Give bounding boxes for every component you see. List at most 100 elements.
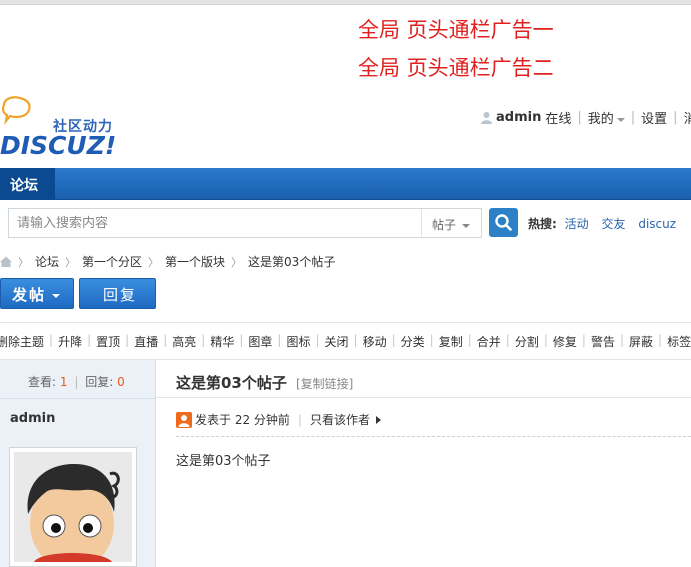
breadcrumb-item[interactable]: 第一个版块 bbox=[165, 253, 225, 270]
separator: | bbox=[505, 333, 510, 347]
home-icon[interactable] bbox=[0, 256, 12, 267]
moderator-action[interactable]: 移动 bbox=[363, 333, 387, 350]
breadcrumb: 〉 论坛 〉 第一个分区 〉 第一个版块 〉 这是第03个帖子 bbox=[0, 253, 335, 270]
hot-search: 热搜: 活动 交友 discuz bbox=[528, 215, 685, 232]
separator: | bbox=[630, 110, 636, 125]
chevron-right-icon: 〉 bbox=[148, 255, 160, 269]
separator: | bbox=[277, 333, 282, 347]
moderator-action[interactable]: 图标 bbox=[286, 333, 310, 350]
moderator-action[interactable]: 分割 bbox=[515, 333, 539, 350]
user-icon bbox=[481, 112, 492, 124]
username-link[interactable]: admin bbox=[496, 110, 541, 125]
moderator-actions: 删除主题 | 升降 | 置顶 | 直播 | 高亮 | 精华 | 图章 | 图标 | 关闭 | 移动 | 分类 | 复制 | 合并… bbox=[0, 333, 691, 350]
avatar-image bbox=[14, 452, 132, 567]
moderator-action[interactable]: 关闭 bbox=[325, 333, 349, 350]
moderator-action[interactable]: 图章 bbox=[248, 333, 272, 350]
header-ad-1[interactable]: 全局 页头通栏广告一 bbox=[358, 14, 554, 44]
avatar[interactable] bbox=[9, 447, 137, 567]
moderator-action[interactable]: 分类 bbox=[401, 333, 425, 350]
separator: | bbox=[658, 333, 663, 347]
moderator-action[interactable]: 精华 bbox=[210, 333, 234, 350]
separator: | bbox=[315, 333, 320, 347]
my-menu[interactable]: 我的 bbox=[588, 108, 625, 127]
breadcrumb-item[interactable]: 论坛 bbox=[35, 253, 59, 270]
breadcrumb-item[interactable]: 第一个分区 bbox=[82, 253, 142, 270]
divider bbox=[0, 398, 156, 399]
search-icon bbox=[495, 214, 512, 231]
nav-tab-forum[interactable]: 论坛 bbox=[0, 168, 55, 200]
separator: | bbox=[163, 333, 168, 347]
search-type-label: 帖子 bbox=[432, 218, 457, 232]
copy-link-button[interactable]: [复制链接] bbox=[296, 375, 353, 392]
moderator-action[interactable]: 直播 bbox=[134, 333, 158, 350]
separator: | bbox=[201, 333, 206, 347]
moderator-action[interactable]: 置顶 bbox=[96, 333, 120, 350]
reply-button[interactable]: 回复 bbox=[79, 278, 156, 309]
thread-title: 这是第03个帖子 bbox=[176, 374, 287, 392]
separator: | bbox=[49, 333, 54, 347]
main-nav bbox=[0, 168, 691, 200]
only-author-link[interactable]: 只看该作者 bbox=[310, 411, 370, 428]
separator: | bbox=[74, 375, 79, 389]
settings-link[interactable]: 设置 bbox=[641, 108, 667, 127]
moderator-action[interactable]: 升降 bbox=[58, 333, 82, 350]
chevron-down-icon bbox=[462, 223, 471, 228]
hot-search-label: 热搜: bbox=[528, 217, 557, 231]
separator: | bbox=[239, 333, 244, 347]
moderator-action[interactable]: 警告 bbox=[591, 333, 615, 350]
chevron-right-icon: 〉 bbox=[231, 255, 243, 269]
top-bar bbox=[0, 0, 691, 5]
online-user-icon bbox=[176, 411, 192, 428]
views-label: 查看: bbox=[28, 375, 57, 389]
chevron-down-icon bbox=[616, 117, 625, 122]
separator: | bbox=[125, 333, 130, 347]
separator: | bbox=[581, 333, 586, 347]
play-arrow-icon bbox=[375, 415, 381, 424]
chevron-right-icon: 〉 bbox=[65, 255, 77, 269]
user-bar: admin 在线 | 我的 | 设置 | 消息 bbox=[480, 108, 691, 127]
moderator-action[interactable]: 修复 bbox=[553, 333, 577, 350]
post-content: 这是第03个帖子 bbox=[176, 454, 271, 469]
moderator-action[interactable]: 合并 bbox=[477, 333, 501, 350]
separator: | bbox=[353, 333, 358, 347]
separator: | bbox=[543, 333, 548, 347]
hot-term-link[interactable]: 交友 bbox=[601, 217, 625, 231]
moderator-action[interactable]: 复制 bbox=[439, 333, 463, 350]
separator: | bbox=[429, 333, 434, 347]
separator: | bbox=[619, 333, 624, 347]
post-meta: 发表于 22 分钟前 | 只看该作者 bbox=[176, 411, 381, 428]
moderator-action[interactable]: 高亮 bbox=[172, 333, 196, 350]
header-ad-2[interactable]: 全局 页头通栏广告二 bbox=[358, 52, 554, 82]
separator: | bbox=[467, 333, 472, 347]
replies-count: 0 bbox=[117, 375, 125, 389]
new-post-button[interactable]: 发帖 bbox=[0, 278, 74, 309]
views-count: 1 bbox=[59, 375, 68, 389]
breadcrumb-current[interactable]: 这是第03个帖子 bbox=[248, 253, 335, 270]
search-input[interactable] bbox=[9, 209, 421, 237]
logo-wordmark[interactable]: DISCUZ! bbox=[0, 131, 116, 160]
separator: | bbox=[391, 333, 396, 347]
logo-bubble-icon bbox=[1, 96, 31, 125]
post-time: 发表于 22 分钟前 bbox=[195, 413, 290, 427]
moderator-action[interactable]: 删除主题 bbox=[0, 333, 44, 350]
new-post-label: 发帖 bbox=[12, 286, 47, 304]
separator: | bbox=[87, 333, 92, 347]
separator: | bbox=[577, 110, 582, 125]
thread-stats: 查看: 1 | 回复: 0 bbox=[28, 373, 125, 390]
moderator-action[interactable]: 屏蔽 bbox=[629, 333, 653, 350]
replies-label: 回复: bbox=[85, 375, 114, 389]
separator: | bbox=[297, 412, 302, 427]
chevron-down-icon bbox=[52, 293, 61, 298]
messages-link[interactable]: 消息 bbox=[684, 108, 691, 127]
post-divider bbox=[176, 436, 691, 437]
chevron-right-icon: 〉 bbox=[18, 255, 29, 269]
hot-term-link[interactable]: discuz bbox=[638, 217, 676, 231]
my-menu-label: 我的 bbox=[587, 112, 614, 127]
author-name[interactable]: admin bbox=[10, 411, 55, 426]
hot-term-link[interactable]: 活动 bbox=[565, 217, 589, 231]
search-type-select[interactable]: 帖子 bbox=[421, 209, 481, 237]
moderator-action[interactable]: 标签 bbox=[667, 333, 691, 350]
separator: | bbox=[673, 110, 678, 125]
search-button[interactable] bbox=[489, 208, 518, 237]
online-status: 在线 bbox=[545, 112, 572, 127]
